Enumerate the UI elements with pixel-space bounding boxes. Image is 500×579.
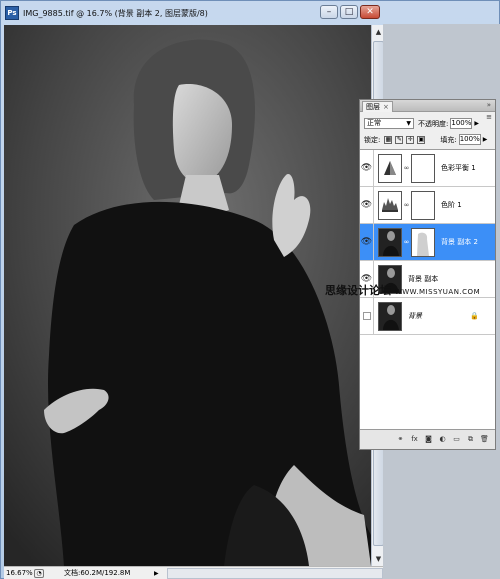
mask-link-icon[interactable]: ∞ [403, 238, 410, 246]
layer-name: 色阶 1 [441, 201, 462, 209]
blend-row: 正常 ▼ 不透明度: 100% ▶ [364, 116, 492, 131]
padlock-icon: 🔒 [470, 312, 479, 320]
photoshop-doc-icon: Ps [5, 6, 19, 20]
watermark: 思缘设计论坛 WWW.MISSYUAN.COM [325, 282, 480, 298]
chevron-down-icon: ▼ [406, 120, 411, 127]
layer-row-color-balance[interactable]: 👁 ∞ 色彩平衡 1 [360, 149, 495, 187]
blend-mode-value: 正常 [367, 119, 381, 127]
lock-label: 锁定: [364, 135, 381, 144]
panel-collapse-icon[interactable]: » [487, 101, 491, 109]
image-canvas[interactable] [4, 25, 371, 566]
panel-header[interactable]: 图层 × » [360, 100, 495, 112]
layer-row-background-copy-2[interactable]: 👁 ∞ 背景 副本 2 [360, 223, 495, 261]
layer-mask-thumbnail[interactable] [411, 227, 435, 257]
status-menu-arrow-icon[interactable]: ▶ [154, 570, 159, 577]
lock-all-icon[interactable]: ▣ [417, 135, 426, 144]
fill-slider-icon[interactable]: ▶ [483, 136, 488, 143]
layer-name: 色彩平衡 1 [441, 164, 476, 172]
layers-panel: 图层 × » ≡ 正常 ▼ 不透明度: 100% ▶ 锁定: ▦ ✎ ✛ ▣ 填充… [359, 99, 496, 450]
watermark-en: WWW.MISSYUAN.COM [394, 288, 481, 296]
status-bar: 16.67% ◔ 文档:60.2M/192.8M ▶ [4, 566, 384, 579]
window-title: IMG_9885.tif @ 16.7% (背景 副本 2, 图层蒙版/8) [23, 8, 208, 18]
levels-adjustment-icon [378, 190, 402, 220]
mask-icon[interactable]: ◙ [424, 435, 433, 444]
color-balance-adjustment-icon [378, 153, 402, 183]
lock-row: 锁定: ▦ ✎ ✛ ▣ 填充: 100% ▶ [364, 132, 492, 147]
new-layer-icon[interactable]: ⧉ [466, 435, 475, 444]
layer-row-levels[interactable]: 👁 ∞ 色阶 1 [360, 186, 495, 224]
panel-footer: ⚭ fx ◙ ◐ ▭ ⧉ 🗑 [360, 429, 495, 449]
minimize-button[interactable]: – [320, 5, 338, 19]
maximize-button[interactable]: □ [340, 5, 358, 19]
visibility-eye-icon[interactable]: 👁 [360, 186, 374, 224]
visibility-eye-icon[interactable]: 👁 [360, 149, 374, 187]
horizontal-scrollbar[interactable] [166, 567, 383, 579]
portrait-photo [4, 25, 371, 566]
fill-label: 填充: [440, 135, 457, 144]
adjustment-icon[interactable]: ◐ [438, 435, 447, 444]
layer-mask-thumbnail[interactable] [411, 153, 435, 183]
opacity-label: 不透明度: [418, 119, 449, 128]
tab-layers[interactable]: 图层 × [362, 101, 393, 112]
document-size: 文档:60.2M/192.8M [64, 569, 131, 577]
blend-mode-select[interactable]: 正常 ▼ [364, 118, 414, 129]
tab-layers-label: 图层 [366, 103, 380, 111]
layer-thumbnail[interactable] [378, 227, 402, 257]
trash-icon[interactable]: 🗑 [480, 435, 489, 444]
layer-name: 背景 副本 2 [441, 238, 478, 246]
visibility-eye-icon[interactable]: 👁 [360, 223, 374, 261]
mask-link-icon[interactable]: ∞ [403, 164, 410, 172]
lock-transparency-icon[interactable]: ▦ [384, 135, 393, 144]
opacity-slider-icon[interactable]: ▶ [474, 120, 479, 127]
fill-input[interactable]: 100% [458, 134, 481, 145]
link-icon[interactable]: ⚭ [396, 435, 405, 444]
tab-close-icon[interactable]: × [383, 103, 389, 111]
visibility-off-icon[interactable] [360, 297, 374, 335]
zoom-field[interactable]: 16.67% [4, 569, 34, 577]
fx-icon[interactable]: fx [410, 435, 419, 444]
layer-mask-thumbnail[interactable] [411, 190, 435, 220]
layer-thumbnail[interactable] [378, 301, 402, 331]
lock-position-icon[interactable]: ✛ [406, 135, 415, 144]
folder-icon[interactable]: ▭ [452, 435, 461, 444]
status-info-icon[interactable]: ◔ [34, 568, 44, 578]
mask-link-icon[interactable]: ∞ [403, 201, 410, 209]
opacity-input[interactable]: 100% [450, 118, 473, 129]
lock-pixels-icon[interactable]: ✎ [395, 135, 404, 144]
title-bar[interactable]: Ps IMG_9885.tif @ 16.7% (背景 副本 2, 图层蒙版/8… [1, 1, 500, 25]
layer-name: 背景 [408, 312, 422, 320]
close-button[interactable]: ✕ [360, 5, 380, 19]
watermark-cn: 思缘设计论坛 [325, 284, 391, 297]
layer-row-background[interactable]: 背景 🔒 [360, 297, 495, 335]
